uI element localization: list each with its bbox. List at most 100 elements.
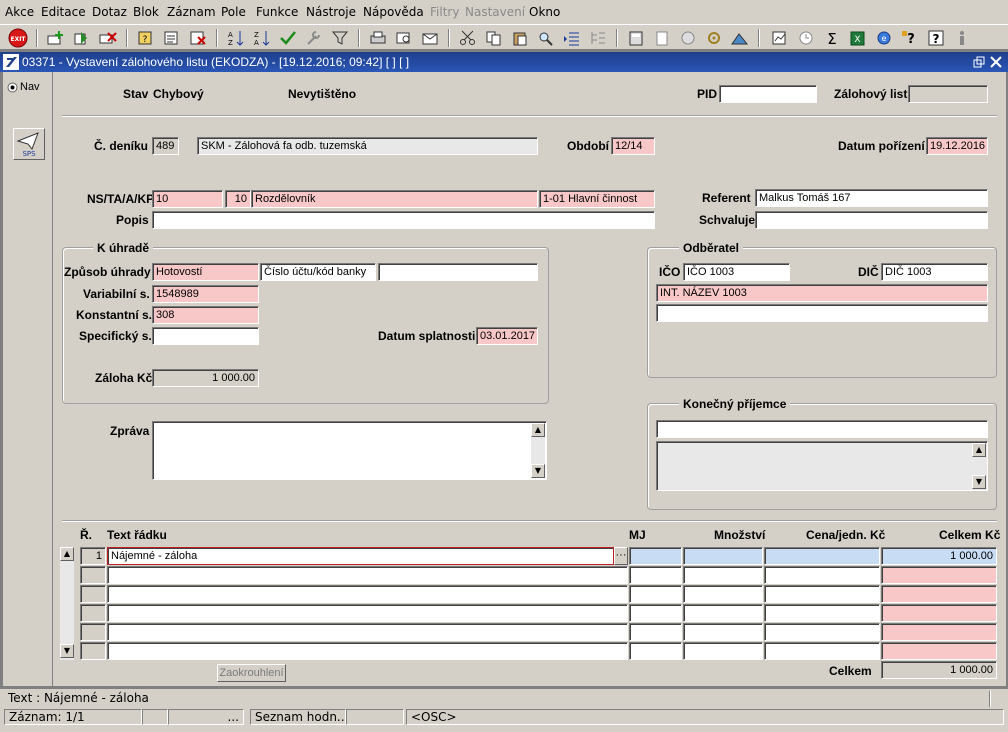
schvaluje-field[interactable] <box>755 211 988 229</box>
table-row-mnozstvi[interactable] <box>683 623 763 641</box>
datum-porizeni-field[interactable]: 19.12.2016 <box>926 137 988 155</box>
konecny-scroll-down[interactable]: ▼ <box>972 475 986 489</box>
table-row-text[interactable] <box>107 585 628 603</box>
close-icon[interactable] <box>990 56 1002 68</box>
table-row-mnozstvi[interactable] <box>683 604 763 622</box>
menu-funkce[interactable]: Funkce <box>256 5 298 19</box>
zprava-scroll-up[interactable]: ▲ <box>531 423 545 437</box>
table-row-text[interactable]: Nájemné - záloha <box>107 547 614 565</box>
pid-field[interactable] <box>719 85 817 103</box>
konecny-area-field[interactable] <box>656 441 988 491</box>
ico-field[interactable]: IČO 1003 <box>683 263 790 281</box>
table-row-text[interactable] <box>107 566 628 584</box>
menu-akce[interactable]: Akce <box>5 5 34 19</box>
menu-dotaz[interactable]: Dotaz <box>92 5 127 19</box>
help-context-button[interactable]: ? <box>900 28 920 48</box>
zprava-textarea[interactable] <box>152 421 547 480</box>
table-row-mj[interactable] <box>629 623 682 641</box>
table-row-cena[interactable] <box>764 604 880 622</box>
sort-asc-button[interactable]: AZ <box>226 28 246 48</box>
restore-icon[interactable] <box>973 56 985 68</box>
kp-field[interactable]: 1-01 Hlavní činnost <box>539 190 655 208</box>
copy-button[interactable] <box>484 28 504 48</box>
table-row-cena[interactable] <box>764 623 880 641</box>
copy-record-button[interactable] <box>72 28 92 48</box>
tools-button[interactable] <box>304 28 324 48</box>
calendar-button[interactable] <box>796 28 816 48</box>
chart-button[interactable] <box>730 28 750 48</box>
menu-pole[interactable]: Pole <box>221 5 246 19</box>
sps-button[interactable]: SPS <box>13 128 45 160</box>
obdobi-field[interactable]: 12/14 <box>611 137 655 155</box>
variabilni-field[interactable]: 1548989 <box>152 285 259 303</box>
odberatel-line2-field[interactable] <box>656 304 988 322</box>
nav-radio[interactable] <box>7 82 18 93</box>
filter-button[interactable] <box>330 28 350 48</box>
table-scroll-down[interactable]: ▼ <box>60 644 74 658</box>
table-row-mj[interactable] <box>629 566 682 584</box>
query-button[interactable]: ? <box>136 28 156 48</box>
menu-nastroje[interactable]: Nástroje <box>306 5 356 19</box>
referent-field[interactable]: Malkus Tomáš 167 <box>755 189 988 207</box>
report-button[interactable] <box>770 28 790 48</box>
konecny-scroll-up[interactable]: ▲ <box>972 443 986 457</box>
delete-record-button[interactable] <box>98 28 118 48</box>
exit-button[interactable]: EXIT <box>8 28 28 48</box>
table-row-mj[interactable] <box>629 642 682 660</box>
ta-name-field[interactable]: Rozdělovník <box>251 190 538 208</box>
sort-desc-button[interactable]: ZA <box>252 28 272 48</box>
table-row-text[interactable] <box>107 642 628 660</box>
document-button[interactable] <box>652 28 672 48</box>
popis-field[interactable] <box>152 211 655 229</box>
cislo-uctu-field[interactable] <box>378 263 538 281</box>
specificky-field[interactable] <box>152 327 259 345</box>
mail-button[interactable] <box>420 28 440 48</box>
query-run-button[interactable] <box>162 28 182 48</box>
table-row-text[interactable] <box>107 623 628 641</box>
table-row-cena[interactable] <box>764 642 880 660</box>
paste-button[interactable] <box>510 28 530 48</box>
info-button[interactable] <box>952 28 972 48</box>
list-button[interactable] <box>562 28 582 48</box>
tree-button[interactable] <box>588 28 608 48</box>
zprava-scrollbar[interactable]: ▲ ▼ <box>531 423 545 478</box>
table-row-mj[interactable] <box>629 585 682 603</box>
zpusob-uhrady-field[interactable]: Hotovostí <box>152 263 259 281</box>
dic-field[interactable]: DIČ 1003 <box>881 263 988 281</box>
sum-button[interactable]: Σ <box>822 28 842 48</box>
zaokrouhleni-button[interactable]: Zaokrouhlení <box>217 664 286 682</box>
menu-zaznam[interactable]: Záznam <box>167 5 216 19</box>
table-row-mj[interactable] <box>629 604 682 622</box>
konstantni-field[interactable]: 308 <box>152 306 259 324</box>
settings-button[interactable] <box>704 28 724 48</box>
table-row-cena[interactable] <box>764 547 880 565</box>
menu-okno[interactable]: Okno <box>529 5 560 19</box>
web-button[interactable] <box>678 28 698 48</box>
table-row-mnozstvi[interactable] <box>683 547 763 565</box>
cut-button[interactable] <box>458 28 478 48</box>
menu-blok[interactable]: Blok <box>133 5 159 19</box>
table-row-mnozstvi[interactable] <box>683 585 763 603</box>
print-button[interactable] <box>368 28 388 48</box>
odberatel-name-field[interactable]: INT. NÁZEV 1003 <box>656 284 988 302</box>
menu-editace[interactable]: Editace <box>41 5 86 19</box>
ta-field[interactable]: 10 <box>225 190 251 208</box>
calculator-button[interactable] <box>626 28 646 48</box>
row-lov-button[interactable]: ··· <box>614 547 628 565</box>
table-scroll-up[interactable]: ▲ <box>60 547 74 561</box>
konecny-line1-field[interactable] <box>656 420 988 438</box>
konecny-scrollbar[interactable]: ▲ ▼ <box>972 443 986 489</box>
zprava-scroll-down[interactable]: ▼ <box>531 464 545 478</box>
add-record-button[interactable] <box>46 28 66 48</box>
table-scrollbar[interactable]: ▲ ▼ <box>60 547 74 660</box>
menu-napoveda[interactable]: Nápověda <box>363 5 424 19</box>
table-row-text[interactable] <box>107 604 628 622</box>
table-row-cena[interactable] <box>764 585 880 603</box>
excel-button[interactable]: X <box>848 28 868 48</box>
browser-button[interactable]: e <box>874 28 894 48</box>
table-row-mnozstvi[interactable] <box>683 642 763 660</box>
confirm-button[interactable] <box>278 28 298 48</box>
help-button[interactable]: ? <box>926 28 946 48</box>
query-cancel-button[interactable] <box>188 28 208 48</box>
table-row-cena[interactable] <box>764 566 880 584</box>
